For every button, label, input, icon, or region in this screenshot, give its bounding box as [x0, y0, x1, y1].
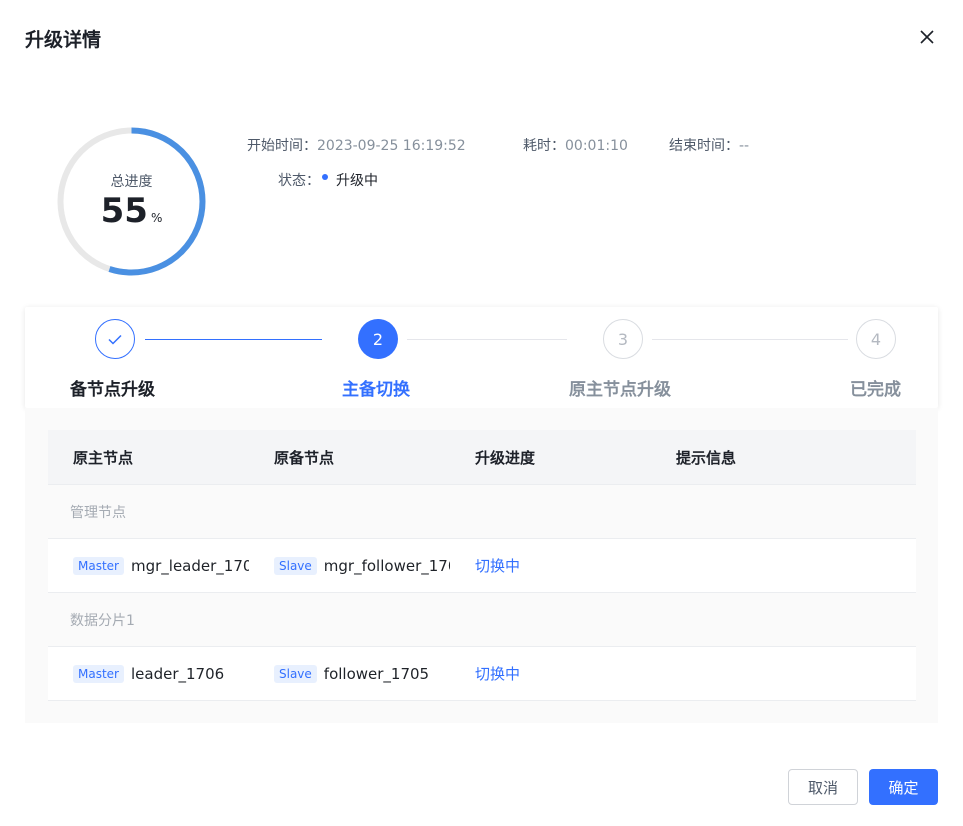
master-node-name: mgr_leader_1704 [130, 556, 249, 575]
dialog-title: 升级详情 [25, 29, 102, 51]
progress-cell: 切换中 [450, 555, 651, 576]
step-3-title: 原主节点升级 [569, 380, 671, 400]
group-row: 数据分片1 [48, 593, 916, 647]
header-original-slave: 原备节点 [274, 448, 335, 467]
progress-status-link[interactable]: 切换中 [475, 555, 520, 576]
step-connector-2 [407, 339, 567, 340]
slave-tag: Slave [274, 556, 317, 575]
status-value: 升级中 [336, 173, 378, 189]
slave-tag: Slave [274, 664, 317, 683]
group-name: 数据分片1 [70, 612, 135, 629]
step-1-title: 备节点升级 [70, 380, 155, 400]
slave-cell: Slave follower_1705 [249, 664, 450, 683]
group-name: 管理节点 [70, 504, 126, 521]
start-time-value: 2023-09-25 16:19:52 [317, 138, 466, 154]
progress-number: 55 [100, 191, 148, 231]
slave-node-name: follower_1705 [323, 664, 430, 683]
master-node-name: leader_1706 [130, 664, 225, 683]
table-row: Master mgr_leader_1704 Slave mgr_followe… [48, 539, 916, 593]
steps-bar: 2 3 4 备节点升级 主备切换 原主节点升级 已完成 [25, 307, 938, 408]
elapsed-time: 耗时：00:01:10 [523, 135, 628, 155]
slave-cell: Slave mgr_follower_1703 [249, 556, 450, 575]
header-message: 提示信息 [676, 448, 737, 467]
step-connector-1 [145, 339, 322, 340]
step-2-title: 主备切换 [342, 380, 410, 400]
table-header: 原主节点 原备节点 升级进度 提示信息 [48, 430, 916, 485]
status-dot [322, 174, 328, 180]
header-upgrade-progress: 升级进度 [475, 448, 536, 467]
status-label: 状态： [278, 173, 320, 189]
table-row: Master leader_1706 Slave follower_1705 切… [48, 647, 916, 701]
progress-unit: % [150, 211, 163, 225]
elapsed-value: 00:01:10 [565, 138, 628, 154]
close-button[interactable] [914, 24, 940, 50]
progress-status-link[interactable]: 切换中 [475, 663, 520, 684]
elapsed-label: 耗时： [523, 138, 565, 154]
total-progress-ring: 总进度 55% [55, 125, 208, 278]
step-3-number: 3 [603, 319, 643, 359]
close-icon [920, 30, 934, 44]
upgrade-table: 原主节点 原备节点 升级进度 提示信息 管理节点 Master mgr_lead… [48, 430, 916, 701]
group-row: 管理节点 [48, 485, 916, 539]
progress-cell: 切换中 [450, 663, 651, 684]
end-time-label: 结束时间： [669, 138, 739, 154]
step-2-number: 2 [358, 319, 398, 359]
slave-node-name: mgr_follower_1703 [323, 556, 450, 575]
header-original-master: 原主节点 [73, 448, 134, 467]
master-tag: Master [73, 556, 124, 575]
step-4-title: 已完成 [850, 380, 901, 400]
start-time-label: 开始时间： [247, 138, 317, 154]
check-icon [108, 334, 122, 345]
end-time-value: -- [739, 138, 750, 154]
master-cell: Master mgr_leader_1704 [48, 556, 249, 575]
cancel-button[interactable]: 取消 [788, 769, 858, 805]
confirm-button[interactable]: 确定 [869, 769, 938, 805]
progress-label: 总进度 [110, 174, 153, 190]
master-cell: Master leader_1706 [48, 664, 249, 683]
upgrade-table-panel: 原主节点 原备节点 升级进度 提示信息 管理节点 Master mgr_lead… [25, 408, 938, 723]
start-time: 开始时间：2023-09-25 16:19:52 [247, 135, 466, 155]
step-connector-3 [652, 339, 848, 340]
progress-value: 55% [55, 191, 208, 231]
end-time: 结束时间：-- [669, 135, 749, 155]
step-4-number: 4 [856, 319, 896, 359]
status: 状态： 升级中 [278, 170, 378, 190]
master-tag: Master [73, 664, 124, 683]
step-1-check-icon [95, 319, 135, 359]
